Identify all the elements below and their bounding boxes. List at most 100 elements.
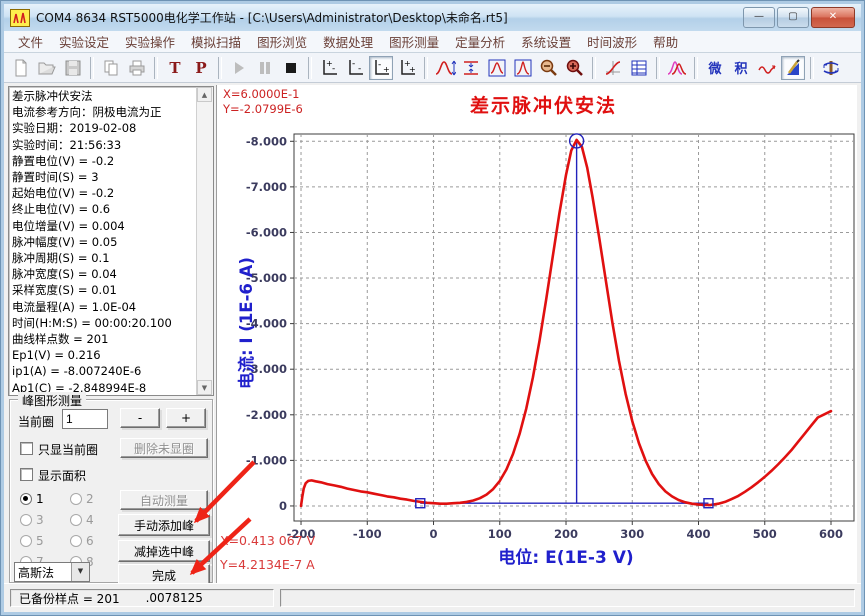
menu-item-2[interactable]: 实验设定: [51, 30, 117, 53]
peak-radio-2[interactable]: [70, 493, 82, 505]
x-tick-label: 500: [753, 527, 777, 541]
peak-tool-icon[interactable]: P: [189, 56, 213, 80]
zoom-in-icon[interactable]: [563, 56, 587, 80]
peak-radio-5[interactable]: [20, 535, 32, 547]
menu-item-8[interactable]: 定量分析: [447, 30, 513, 53]
axis-scale-1-icon[interactable]: +-: [317, 56, 341, 80]
y-axis-label: 电流: I (1E-6 A): [233, 213, 257, 433]
compress-y-icon[interactable]: [459, 56, 483, 80]
peak-radio-1[interactable]: [20, 493, 32, 505]
loop-minus-button[interactable]: -: [120, 408, 160, 428]
derivative-icon[interactable]: [601, 56, 625, 80]
axis-scale-3-icon[interactable]: -+: [369, 56, 393, 80]
info-scrollbar[interactable]: ▲ ▼: [196, 87, 213, 395]
backup-points-text: 已备份样点 = 201: [19, 590, 120, 607]
app-window: COM4 8634 RST5000电化学工作站 - [C:\Users\Admi…: [0, 0, 865, 616]
peak-radio-label-1: 1: [36, 492, 44, 506]
data-list-icon[interactable]: [627, 56, 651, 80]
menu-item-9[interactable]: 系统设置: [513, 30, 579, 53]
text-tool-icon-glyph: T: [169, 59, 180, 77]
peak-autofit-icon[interactable]: [433, 56, 457, 80]
toolbar-separator: [154, 57, 158, 79]
peak-radio-4[interactable]: [70, 514, 82, 526]
status-cell-left: 已备份样点 = 201 .0078125: [10, 589, 274, 607]
current-loop-input[interactable]: [62, 409, 108, 429]
experiment-info-text: 差示脉冲伏安法电流参考方向：阴极电流为正实验日期：2019-02-08实验时间：…: [12, 88, 196, 394]
subtract-peak-button[interactable]: 减掉选中峰: [118, 540, 210, 562]
peak-radio-6[interactable]: [70, 535, 82, 547]
info-line: 时间(H:M:S) = 00:00:20.100: [12, 315, 196, 331]
measure-icon[interactable]: [781, 56, 805, 80]
manual-add-peak-button[interactable]: 手动添加峰: [118, 514, 210, 536]
menu-item-11[interactable]: 帮助: [645, 30, 686, 53]
print-icon[interactable]: [125, 56, 149, 80]
copy-icon[interactable]: [99, 56, 123, 80]
differentiate-icon[interactable]: 微: [703, 56, 727, 80]
new-file-icon[interactable]: [9, 56, 33, 80]
info-line: 静置电位(V) = -0.2: [12, 153, 196, 169]
only-current-checkbox[interactable]: [20, 442, 33, 455]
fit-method-dropdown[interactable]: 高斯法 ▼: [14, 562, 90, 582]
pause-icon[interactable]: [253, 56, 277, 80]
menu-item-6[interactable]: 数据处理: [315, 30, 381, 53]
chevron-down-icon[interactable]: ▼: [71, 563, 89, 581]
peak-window-2-icon[interactable]: [511, 56, 535, 80]
smooth-icon[interactable]: [755, 56, 779, 80]
multi-peak-icon[interactable]: [665, 56, 689, 80]
svg-text:-: -: [332, 64, 335, 74]
info-line: 实验日期：2019-02-08: [12, 120, 196, 136]
text-tool-icon[interactable]: T: [163, 56, 187, 80]
peak-window-icon[interactable]: [485, 56, 509, 80]
svg-text:-: -: [378, 60, 381, 70]
chart-panel: X=6.0000E-1 Y=-2.0799E-6 差示脉冲伏安法 -200-10…: [216, 85, 857, 586]
minimize-button[interactable]: —: [743, 7, 775, 28]
info-line: 脉冲宽度(S) = 0.04: [12, 266, 196, 282]
close-button[interactable]: ✕: [811, 7, 855, 28]
menu-item-4[interactable]: 模拟扫描: [183, 30, 249, 53]
stop-icon[interactable]: [279, 56, 303, 80]
current-loop-label: 当前圈: [18, 413, 54, 430]
only-current-label: 只显当前圈: [38, 441, 98, 458]
run-icon[interactable]: [227, 56, 251, 80]
info-line: Ep1(V) = 0.216: [12, 347, 196, 363]
open-file-icon[interactable]: [35, 56, 59, 80]
peak-radio-item: 5: [20, 534, 44, 548]
menu-item-1[interactable]: 文件: [10, 30, 51, 53]
info-line: 脉冲幅度(V) = 0.05: [12, 234, 196, 250]
info-line: 脉冲周期(S) = 0.1: [12, 250, 196, 266]
menu-item-5[interactable]: 图形浏览: [249, 30, 315, 53]
axis-scale-4-icon[interactable]: ++: [395, 56, 419, 80]
peak-radio-3[interactable]: [20, 514, 32, 526]
peak-radio-item: 6: [70, 534, 94, 548]
peak-radio-label-2: 2: [86, 492, 94, 506]
loop-plus-button[interactable]: +: [166, 408, 206, 428]
axis-scale-2-icon[interactable]: --: [343, 56, 367, 80]
auto-measure-button[interactable]: 自动测量: [120, 490, 208, 510]
x-tick-label: 600: [819, 527, 843, 541]
title-bar: COM4 8634 RST5000电化学工作站 - [C:\Users\Admi…: [4, 4, 861, 31]
toolbar-separator: [90, 57, 94, 79]
save-icon[interactable]: [61, 56, 85, 80]
peak-group-legend: 峰图形测量: [18, 392, 86, 409]
peak-radio-label-3: 3: [36, 513, 44, 527]
restore-button[interactable]: ▢: [777, 7, 809, 28]
toolbar-separator: [694, 57, 698, 79]
menu-item-10[interactable]: 时间波形: [579, 30, 645, 53]
integrate-icon[interactable]: 积: [729, 56, 753, 80]
toolbar-separator: [810, 57, 814, 79]
info-line: 电流量程(A) = 1.0E-04: [12, 299, 196, 315]
show-area-checkbox[interactable]: [20, 468, 33, 481]
window-title: COM4 8634 RST5000电化学工作站 - [C:\Users\Admi…: [36, 9, 743, 26]
scroll-down-icon[interactable]: ▼: [197, 380, 212, 395]
zoom-out-icon[interactable]: [537, 56, 561, 80]
show-area-label: 显示面积: [38, 467, 86, 484]
toolbar-separator: [218, 57, 222, 79]
scroll-up-icon[interactable]: ▲: [197, 87, 212, 102]
delete-hidden-button[interactable]: 删除未显圈: [120, 438, 208, 458]
menu-item-3[interactable]: 实验操作: [117, 30, 183, 53]
toolbar: TP+----+++微积: [4, 53, 861, 83]
menu-item-7[interactable]: 图形测量: [381, 30, 447, 53]
differentiate-icon-glyph: 微: [708, 58, 721, 77]
app-icon: [10, 9, 30, 27]
rotate-3d-icon[interactable]: [819, 56, 843, 80]
